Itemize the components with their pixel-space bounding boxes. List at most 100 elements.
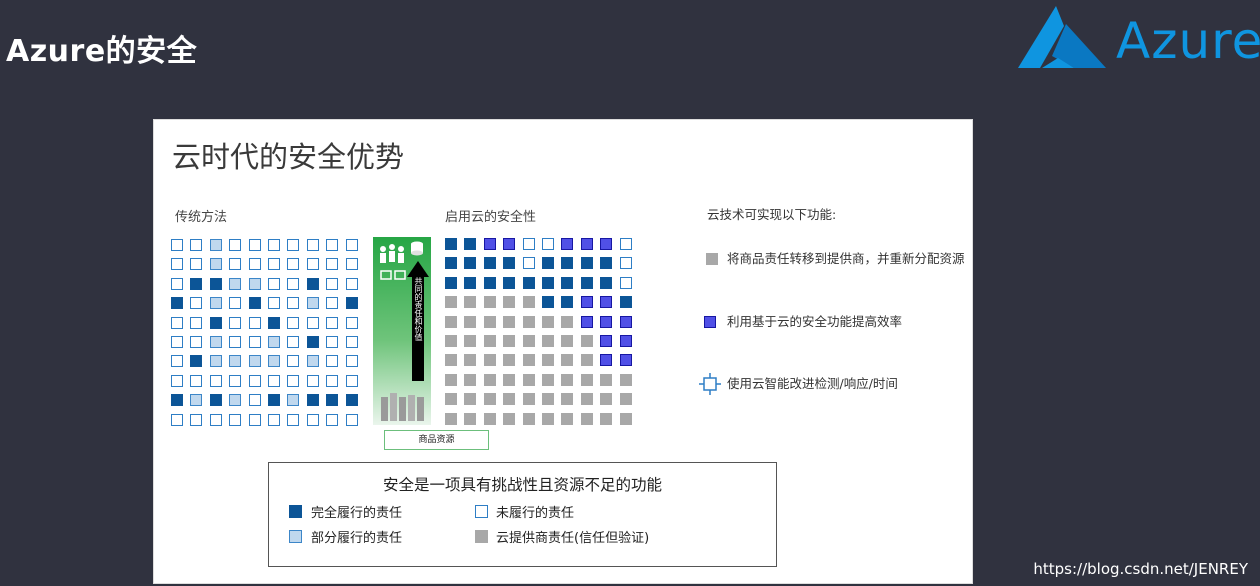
grid-cell: [171, 297, 183, 310]
grid-cell: [503, 315, 516, 328]
grid-cell: [580, 257, 593, 270]
grid-cell: [268, 258, 280, 271]
grid-cell: [287, 297, 300, 310]
grid-cell: [619, 276, 632, 289]
grid-cell: [171, 316, 183, 329]
grid-cell: [561, 354, 574, 367]
grid-cell: [209, 374, 222, 387]
grid-cell: [209, 336, 222, 348]
shared-responsibility-panel: 共同的责任和价值: [373, 237, 431, 425]
grid-cell: [229, 258, 242, 271]
grid-cell: [345, 258, 358, 271]
grid-cell: [345, 336, 358, 348]
legend-swatch-provider: [475, 530, 488, 543]
grid-cell: [600, 412, 613, 425]
gray-square-icon: [706, 253, 718, 265]
commodity-resources-box: 商品资源: [384, 430, 489, 450]
grid-cell: [287, 316, 300, 329]
grid-cell: [619, 335, 632, 347]
grid-cell: [580, 238, 593, 250]
grid-cell: [287, 258, 300, 271]
grid-cell: [190, 239, 203, 251]
grid-cell: [190, 394, 203, 407]
grid-cell: [248, 316, 261, 329]
azure-logo: Azure: [1014, 4, 1260, 74]
legend-box: 安全是一项具有挑战性且资源不足的功能 完全履行的责任 未履行的责任 部分履行的责…: [268, 462, 777, 567]
grid-cell: [600, 257, 613, 270]
grid-cell: [561, 335, 574, 347]
azure-logo-text: Azure: [1116, 12, 1260, 70]
grid-cell: [190, 413, 203, 426]
grid-cell: [287, 413, 300, 426]
grid-cell: [580, 373, 593, 386]
page-title: Azure的安全: [6, 34, 198, 69]
feature-item-1: 将商品责任转移到提供商，并重新分配资源: [727, 251, 965, 266]
grid-cell: [522, 238, 535, 250]
grid-cell: [542, 354, 554, 367]
grid-cell: [522, 335, 535, 347]
grid-cell: [619, 393, 632, 406]
grid-cell: [229, 316, 242, 329]
grid-cell: [542, 373, 554, 386]
grid-cell: [503, 354, 516, 367]
grid-cell: [306, 374, 319, 387]
grid-cell: [561, 296, 574, 309]
grid-cell: [503, 412, 516, 425]
grid-cell: [600, 238, 613, 250]
grid-cell: [326, 336, 339, 348]
crosshair-square-icon: [699, 373, 721, 395]
grid-cell: [190, 297, 203, 310]
grid-cell: [561, 315, 574, 328]
grid-cell: [522, 354, 535, 367]
grid-cell: [209, 258, 222, 271]
grid-cell: [229, 413, 242, 426]
grid-cell: [542, 412, 554, 425]
legend-label-provider: 云提供商责任(信任但验证): [496, 531, 650, 546]
grid-cell: [542, 393, 554, 406]
grid-cell: [326, 258, 339, 271]
grid-cell: [619, 315, 632, 328]
grid-cell: [306, 336, 319, 348]
grid-cell: [171, 277, 183, 290]
traditional-label: 传统方法: [175, 210, 228, 225]
arrow-text: 共同的责任和价值: [414, 277, 423, 341]
grid-cell: [345, 297, 358, 310]
grid-cell: [600, 276, 613, 289]
grid-cell: [268, 297, 280, 310]
grid-cell: [542, 315, 554, 328]
grid-cell: [248, 297, 261, 310]
grid-cell: [483, 412, 496, 425]
azure-logo-icon: [1018, 6, 1106, 68]
grid-cell: [306, 394, 319, 407]
grid-cell: [503, 296, 516, 309]
grid-cell: [171, 394, 183, 407]
grid-cell: [522, 257, 535, 270]
grid-cell: [522, 276, 535, 289]
grid-cell: [561, 257, 574, 270]
cloud-label: 启用云的安全性: [445, 210, 537, 225]
grid-cell: [580, 296, 593, 309]
grid-cell: [464, 276, 477, 289]
grid-cell: [268, 239, 280, 251]
grid-cell: [619, 354, 632, 367]
grid-cell: [209, 355, 222, 368]
grid-cell: [483, 373, 496, 386]
features-heading: 云技术可实现以下功能:: [707, 207, 837, 222]
grid-cell: [464, 393, 477, 406]
grid-cell: [483, 393, 496, 406]
legend-swatch-unfulfilled: [475, 505, 488, 518]
grid-cell: [483, 315, 496, 328]
grid-cell: [503, 373, 516, 386]
grid-cell: [268, 316, 280, 329]
grid-cell: [345, 316, 358, 329]
grid-cell: [561, 276, 574, 289]
grid-cell: [171, 239, 183, 251]
grid-cell: [464, 257, 477, 270]
grid-cell: [445, 354, 457, 367]
grid-cell: [522, 373, 535, 386]
server-rack-icon: [381, 393, 424, 421]
grid-cell: [326, 374, 339, 387]
grid-cell: [561, 393, 574, 406]
grid-cell: [326, 413, 339, 426]
legend-swatch-full: [289, 505, 302, 518]
